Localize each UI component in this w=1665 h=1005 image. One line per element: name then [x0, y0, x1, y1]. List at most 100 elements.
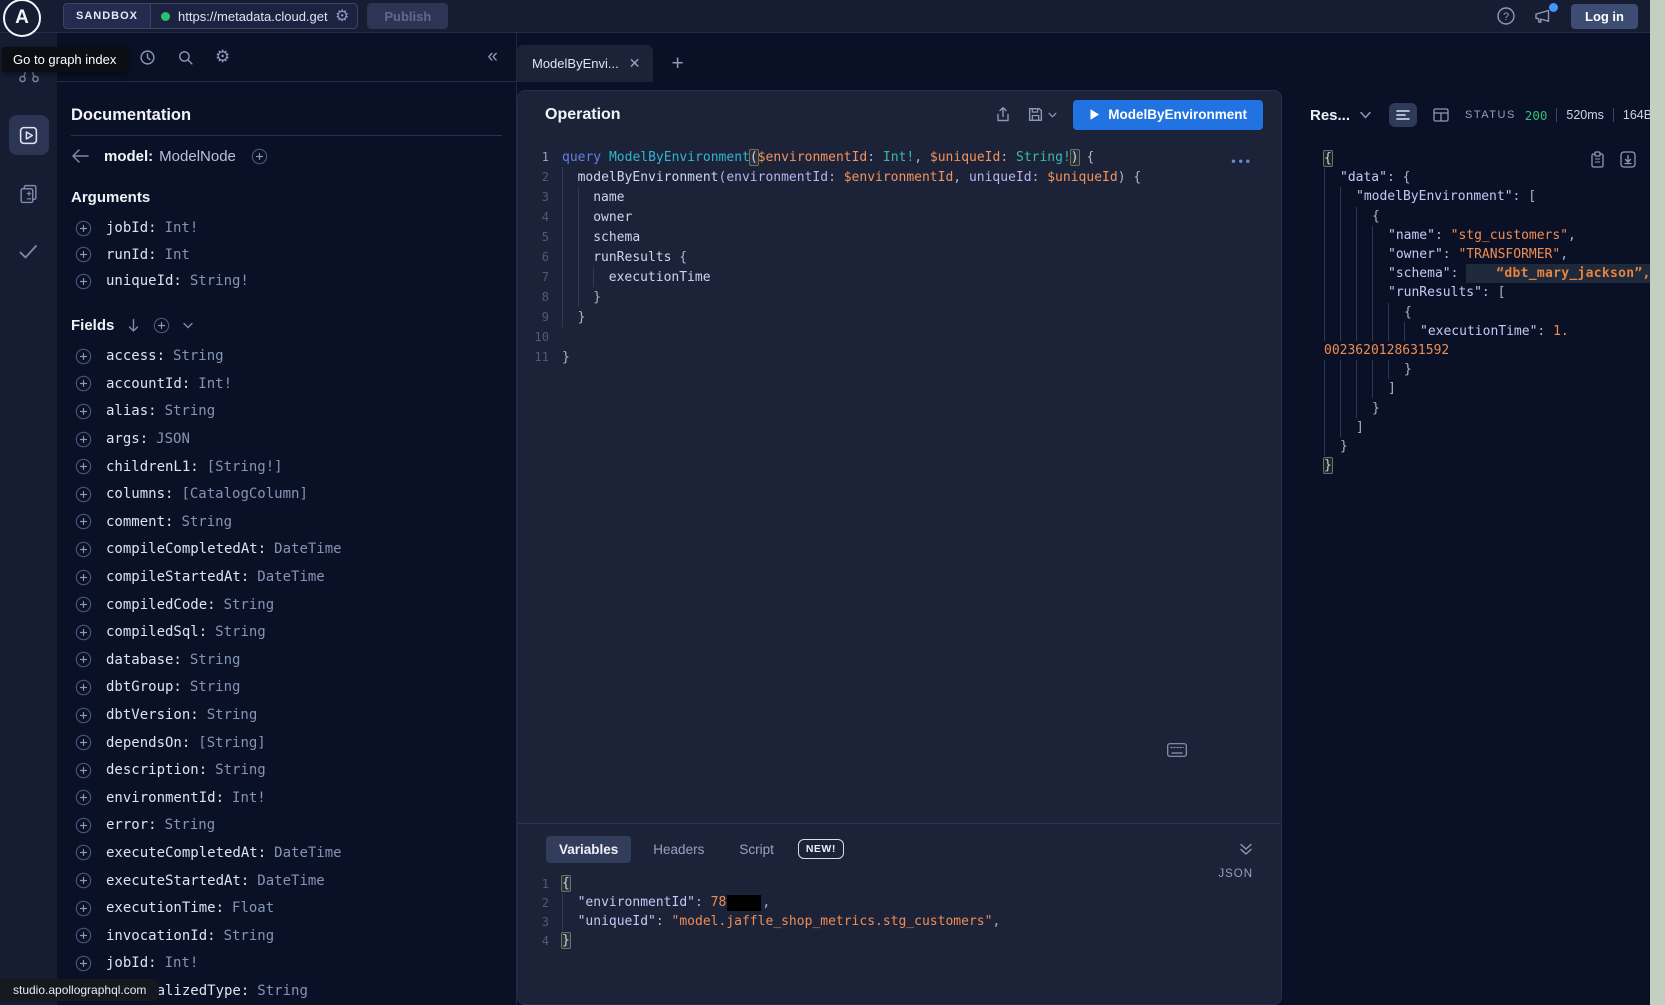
new-tab-icon[interactable]: + [671, 53, 683, 74]
add-field-icon[interactable] [75, 707, 92, 724]
add-field-icon[interactable] [75, 486, 92, 503]
operation-tab[interactable]: ModelByEnvi... ✕ [517, 45, 653, 82]
graphql-editor[interactable]: 1query ModelByEnvironment($environmentId… [518, 138, 1281, 823]
collapse-panel-icon[interactable]: « [487, 46, 498, 68]
tab-headers[interactable]: Headers [640, 836, 717, 863]
add-field-icon[interactable] [75, 403, 92, 420]
announcements-megaphone-icon[interactable] [1533, 6, 1554, 26]
settings-gear-icon[interactable]: ⚙ [215, 47, 230, 67]
history-icon[interactable] [139, 49, 156, 66]
share-icon[interactable] [995, 106, 1011, 123]
explorer-icon[interactable] [9, 115, 49, 155]
tab-script[interactable]: Script [726, 836, 787, 863]
add-field-icon[interactable] [75, 348, 92, 365]
save-chevron-icon[interactable] [1048, 112, 1057, 118]
add-field-icon[interactable] [75, 817, 92, 834]
add-field-icon[interactable] [75, 872, 92, 889]
doc-field-row[interactable]: compiledCode:String [71, 591, 502, 619]
add-field-icon[interactable] [75, 273, 92, 290]
add-all-fields-icon[interactable] [153, 317, 170, 334]
download-response-icon[interactable] [1620, 151, 1636, 168]
add-field-icon[interactable] [75, 431, 92, 448]
add-field-icon[interactable] [75, 513, 92, 530]
field-type: String [215, 762, 266, 778]
add-field-icon[interactable] [75, 734, 92, 751]
add-field-icon[interactable] [75, 900, 92, 917]
add-field-icon[interactable] [75, 927, 92, 944]
doc-field-row[interactable]: access:String [71, 343, 502, 371]
doc-field-row[interactable]: compileStartedAt:DateTime [71, 563, 502, 591]
doc-field-row[interactable]: error:String [71, 812, 502, 840]
code-line: { [1324, 207, 1650, 226]
field-name: jobId: [106, 955, 157, 971]
doc-field-row[interactable]: jobId:Int! [71, 215, 502, 242]
copy-response-icon[interactable] [1590, 151, 1605, 168]
response-dropdown-icon[interactable] [1360, 111, 1371, 119]
variables-editor[interactable]: JSON 1{2"environmentId": 78,3"uniqueId":… [518, 874, 1281, 1004]
add-field-icon[interactable] [75, 569, 92, 586]
doc-field-row[interactable]: columns:[CatalogColumn] [71, 480, 502, 508]
doc-field-row[interactable]: runId:Int [71, 242, 502, 269]
raw-view-toggle-icon[interactable] [1389, 103, 1417, 127]
add-field-icon[interactable] [75, 596, 92, 613]
add-field-icon[interactable] [75, 651, 92, 668]
add-field-icon[interactable] [75, 955, 92, 972]
doc-field-row[interactable]: args:JSON [71, 425, 502, 453]
add-field-icon[interactable] [75, 246, 92, 263]
editor-options-icon[interactable]: ••• [1231, 154, 1253, 168]
save-icon[interactable] [1027, 106, 1044, 123]
operation-collections-icon[interactable] [9, 173, 49, 213]
add-field-icon[interactable] [75, 220, 92, 237]
publish-button[interactable]: Publish [367, 3, 448, 29]
apollo-logo[interactable]: A [3, 0, 41, 37]
doc-field-row[interactable]: accountId:Int! [71, 370, 502, 398]
doc-field-row[interactable]: invocationId:String [71, 922, 502, 950]
doc-field-row[interactable]: executeStartedAt:DateTime [71, 867, 502, 895]
collapse-variables-icon[interactable] [1239, 843, 1253, 856]
response-json-view[interactable]: {"data": {"modelByEnvironment": [{"name"… [1282, 149, 1650, 475]
doc-field-row[interactable]: alias:String [71, 398, 502, 426]
add-field-icon[interactable] [75, 541, 92, 558]
tab-variables[interactable]: Variables [546, 836, 631, 863]
doc-field-row[interactable]: compileCompletedAt:DateTime [71, 536, 502, 564]
table-view-toggle-icon[interactable] [1427, 103, 1455, 127]
endpoint-url-input[interactable] [178, 9, 333, 24]
endpoint-settings-gear-icon[interactable]: ⚙ [333, 6, 357, 26]
add-field-icon[interactable] [75, 844, 92, 861]
add-field-icon[interactable] [75, 762, 92, 779]
code-line: 8} [518, 287, 1281, 307]
chevron-down-icon[interactable] [183, 322, 193, 329]
add-field-icon[interactable] [75, 624, 92, 641]
doc-field-row[interactable]: dbtVersion:String [71, 701, 502, 729]
doc-field-row[interactable]: dbtGroup:String [71, 674, 502, 702]
save-button-group[interactable] [1027, 106, 1057, 123]
sort-fields-icon[interactable] [127, 318, 140, 333]
doc-field-row[interactable]: database:String [71, 646, 502, 674]
add-to-query-icon[interactable] [251, 148, 268, 165]
doc-field-row[interactable]: description:String [71, 756, 502, 784]
top-bar-right: ? Log in [1496, 4, 1650, 29]
type-name[interactable]: ModelNode [159, 148, 236, 165]
doc-field-row[interactable]: executionTime:Float [71, 894, 502, 922]
add-field-icon[interactable] [75, 789, 92, 806]
add-field-icon[interactable] [75, 458, 92, 475]
doc-field-row[interactable]: executeCompletedAt:DateTime [71, 839, 502, 867]
keyboard-shortcuts-icon[interactable] [1167, 743, 1187, 757]
doc-field-row[interactable]: compiledSql:String [71, 618, 502, 646]
add-field-icon[interactable] [75, 375, 92, 392]
help-icon[interactable]: ? [1496, 6, 1516, 26]
doc-field-row[interactable]: childrenL1:[String!] [71, 453, 502, 481]
doc-field-row[interactable]: dependsOn:[String] [71, 729, 502, 757]
add-field-icon[interactable] [75, 679, 92, 696]
code-line: "owner": "TRANSFORMER", [1324, 245, 1650, 264]
checklist-icon[interactable] [9, 231, 49, 271]
login-button[interactable]: Log in [1571, 4, 1638, 29]
doc-field-row[interactable]: uniqueId:String! [71, 268, 502, 295]
run-operation-button[interactable]: ModelByEnvironment [1073, 100, 1263, 130]
doc-field-row[interactable]: environmentId:Int! [71, 784, 502, 812]
close-tab-icon[interactable]: ✕ [629, 55, 641, 72]
doc-field-row[interactable]: jobId:Int! [71, 950, 502, 978]
search-icon[interactable] [177, 49, 194, 66]
back-arrow-icon[interactable] [71, 149, 89, 163]
doc-field-row[interactable]: comment:String [71, 508, 502, 536]
